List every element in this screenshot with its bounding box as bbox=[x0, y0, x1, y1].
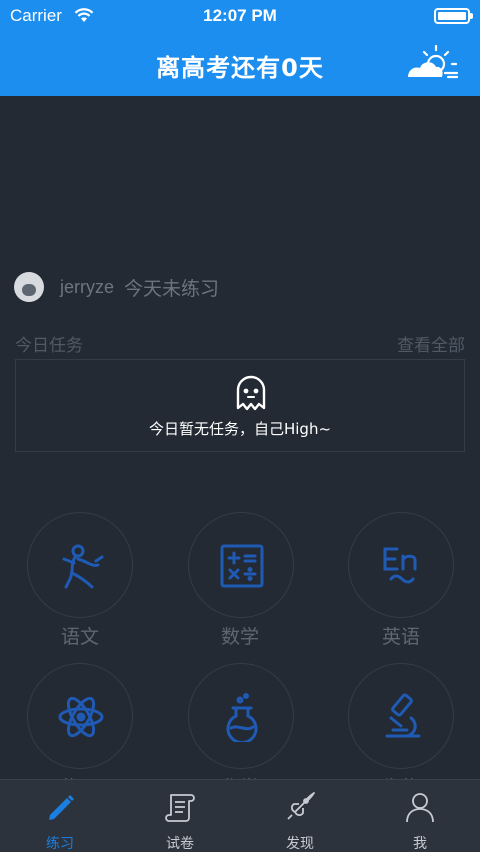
tab-me[interactable]: 我 bbox=[360, 780, 480, 852]
english-icon bbox=[383, 547, 417, 584]
status-bar: Carrier 12:07 PM bbox=[0, 0, 480, 32]
task-panel: 今日暂无任务，自己High~ bbox=[15, 359, 465, 452]
subject-label-math: 数学 bbox=[220, 626, 259, 648]
avatar[interactable] bbox=[14, 272, 44, 302]
tab-bar: 练习 试卷 发现 我 bbox=[0, 779, 480, 852]
status-time: 12:07 PM bbox=[203, 6, 277, 25]
battery-icon bbox=[434, 8, 473, 24]
subject-chemistry-button[interactable] bbox=[188, 663, 294, 769]
person-icon bbox=[406, 793, 434, 823]
ghost-icon bbox=[236, 375, 266, 411]
rocket-icon bbox=[287, 792, 315, 820]
physics-icon bbox=[58, 696, 104, 738]
tab-practice[interactable]: 练习 bbox=[0, 780, 120, 852]
tab-papers[interactable]: 试卷 bbox=[120, 780, 240, 852]
tab-label-discover: 发现 bbox=[286, 836, 314, 852]
pencil-icon bbox=[49, 795, 74, 820]
chinese-icon bbox=[62, 544, 104, 589]
weather-sun-cloud-icon[interactable] bbox=[406, 44, 458, 80]
subject-math-button[interactable] bbox=[188, 512, 294, 618]
subject-chinese-button[interactable] bbox=[27, 512, 133, 618]
tab-label-me: 我 bbox=[413, 836, 427, 852]
practice-status: 今天未练习 bbox=[124, 277, 220, 300]
subject-label-english: 英语 bbox=[381, 626, 420, 648]
empty-task-message: 今日暂无任务，自己High~ bbox=[148, 420, 332, 438]
subject-label-chinese: 语文 bbox=[60, 626, 99, 648]
subject-physics-button[interactable] bbox=[27, 663, 133, 769]
math-icon bbox=[220, 544, 264, 588]
task-section-title: 今日任务 bbox=[15, 336, 83, 356]
subject-english-button[interactable] bbox=[348, 512, 454, 618]
scroll-icon bbox=[165, 794, 195, 822]
tab-label-papers: 试卷 bbox=[166, 836, 194, 852]
tab-label-practice: 练习 bbox=[46, 836, 74, 852]
view-all-link[interactable]: 查看全部 bbox=[397, 331, 465, 356]
chemistry-icon bbox=[226, 693, 258, 742]
user-row[interactable]: jerryze 今天未练习 bbox=[14, 271, 219, 303]
biology-icon bbox=[385, 693, 421, 738]
tab-discover[interactable]: 发现 bbox=[240, 780, 360, 852]
username: jerryze bbox=[60, 276, 115, 297]
header-bar: Carrier 12:07 PM 离高考还有0天 bbox=[0, 0, 480, 96]
subject-biology-button[interactable] bbox=[348, 663, 454, 769]
